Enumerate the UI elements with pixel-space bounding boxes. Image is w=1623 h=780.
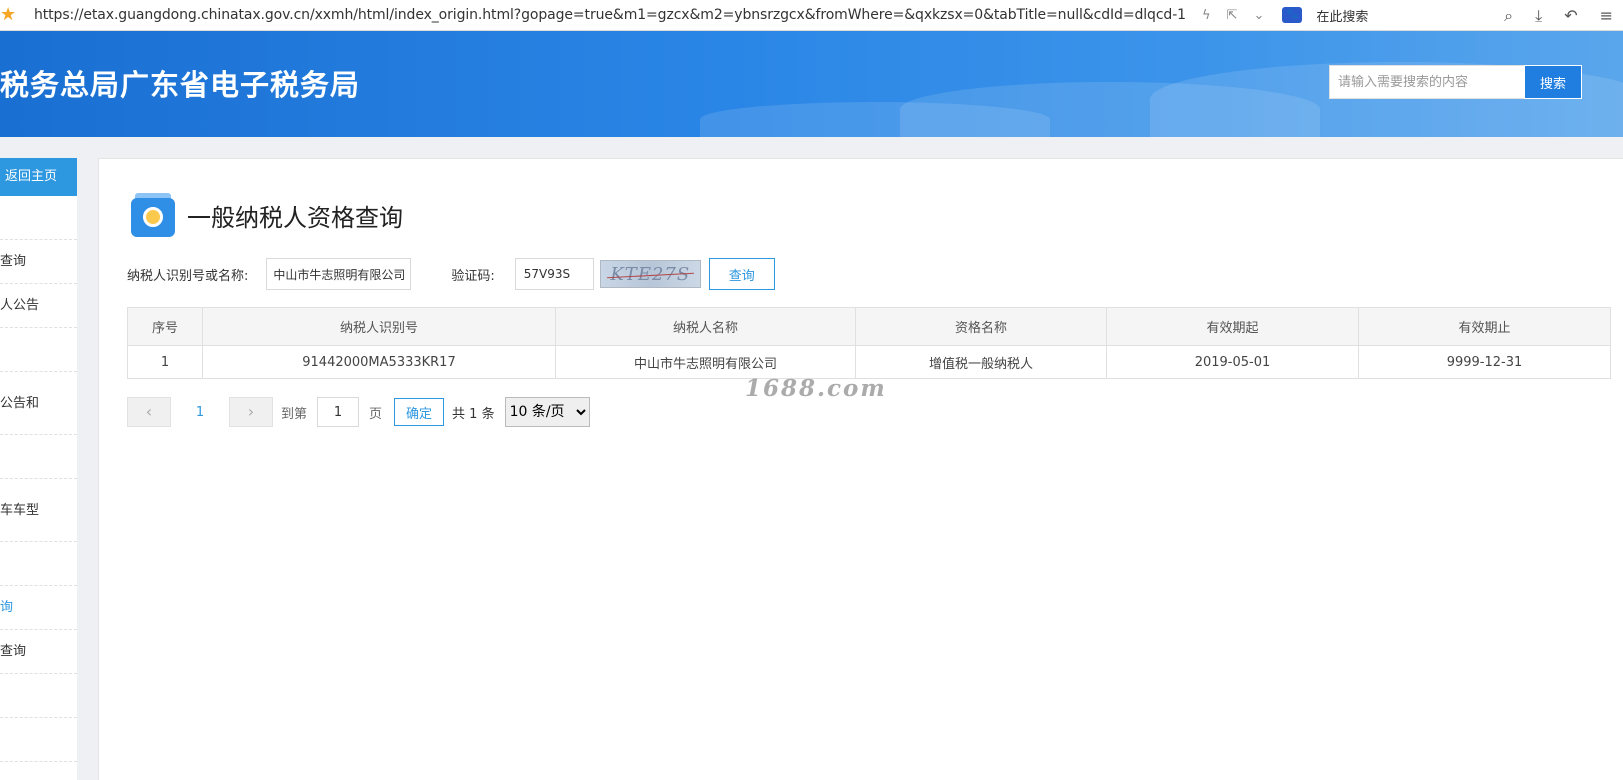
column-header: 资格名称 xyxy=(855,307,1107,346)
table-cell: 9999-12-31 xyxy=(1358,345,1611,379)
query-form: 纳税人识别号或名称: 验证码: KTE27S 查询 xyxy=(127,258,775,290)
download-icon[interactable]: ⤓ xyxy=(1535,6,1542,26)
page-unit-label: 页 xyxy=(369,406,383,422)
sidebar-item[interactable]: 查询 xyxy=(0,630,77,674)
sidebar-item[interactable]: 人公告 xyxy=(0,284,77,328)
star-icon[interactable]: ★ xyxy=(0,5,20,25)
page-size-select[interactable]: 10 条/页 xyxy=(504,397,590,427)
goto-confirm-button[interactable]: 确定 xyxy=(394,398,445,426)
goto-label: 到第 xyxy=(281,406,308,422)
page-title: 一般纳税人资格查询 xyxy=(187,203,403,232)
sidebar-item[interactable] xyxy=(0,435,77,479)
site-search: 搜索 xyxy=(1329,65,1582,99)
site-banner: 税务总局广东省电子税务局 搜索 xyxy=(0,31,1623,137)
captcha-label: 验证码: xyxy=(451,268,495,284)
page-heading: 一般纳税人资格查询 xyxy=(131,193,403,237)
table-row: 1 91442000MA5333KR17 中山市牛志照明有限公司 增值税一般纳税… xyxy=(127,345,1611,379)
lightning-icon[interactable]: ϟ xyxy=(1202,8,1211,23)
sidebar-item[interactable] xyxy=(0,674,77,718)
sidebar-item[interactable] xyxy=(0,718,77,762)
table-cell: 增值税一般纳税人 xyxy=(855,345,1107,379)
taxpayer-label: 纳税人识别号或名称: xyxy=(127,268,249,284)
watermark: 1688.com xyxy=(745,375,887,402)
undo-icon[interactable]: ↶ xyxy=(1564,6,1577,25)
search-icon[interactable]: ⌕ xyxy=(1504,6,1513,26)
total-count: 共 1 条 xyxy=(452,406,495,422)
column-header: 序号 xyxy=(127,307,203,346)
taxpayer-input[interactable] xyxy=(266,258,412,290)
chevron-down-icon[interactable]: ⌄ xyxy=(1253,8,1264,23)
column-header: 有效期起 xyxy=(1106,307,1359,346)
sidebar-item[interactable] xyxy=(0,542,77,586)
result-table: 序号 纳税人识别号 纳税人名称 资格名称 有效期起 有效期止 1 9144200… xyxy=(127,307,1611,379)
table-cell: 2019-05-01 xyxy=(1106,345,1359,379)
column-header: 有效期止 xyxy=(1358,307,1611,346)
share-icon[interactable]: ⇱ xyxy=(1227,8,1238,23)
search-engine-icon[interactable]: 🐾 xyxy=(1282,7,1303,23)
sidebar-nav: 返回主页 查询 人公告 公告和 车车型 询 查询 xyxy=(0,158,77,780)
sidebar-item[interactable]: 查询 xyxy=(0,240,77,284)
main-panel: 一般纳税人资格查询 纳税人识别号或名称: 验证码: KTE27S 查询 序号 纳… xyxy=(98,158,1623,780)
chevron-right-icon: › xyxy=(247,402,255,421)
query-button[interactable]: 查询 xyxy=(708,258,775,290)
chevron-left-icon: ‹ xyxy=(145,402,153,421)
column-header: 纳税人识别号 xyxy=(202,307,556,346)
table-cell: 1 xyxy=(127,345,203,379)
query-icon xyxy=(131,193,175,237)
captcha-image[interactable]: KTE27S xyxy=(599,260,701,288)
table-header-row: 序号 纳税人识别号 纳税人名称 资格名称 有效期起 有效期止 xyxy=(127,307,1611,346)
sidebar-item[interactable]: 公告和 xyxy=(0,372,77,435)
goto-page-input[interactable] xyxy=(317,397,360,427)
site-title: 税务总局广东省电子税务局 xyxy=(0,68,361,102)
menu-icon[interactable]: ≡ xyxy=(1600,6,1613,25)
current-page[interactable]: 1 xyxy=(171,405,229,420)
sidebar-item-active[interactable]: 询 xyxy=(0,586,77,630)
sidebar-item[interactable]: 车车型 xyxy=(0,479,77,542)
table-cell: 中山市牛志照明有限公司 xyxy=(555,345,856,379)
prev-page-button[interactable]: ‹ xyxy=(127,397,171,427)
next-page-button[interactable]: › xyxy=(229,397,273,427)
site-search-button[interactable]: 搜索 xyxy=(1524,65,1582,99)
captcha-input[interactable] xyxy=(514,258,594,290)
table-cell: 91442000MA5333KR17 xyxy=(202,345,556,379)
sidebar-item[interactable] xyxy=(0,196,77,240)
pagination: ‹ 1 › 到第 页 确定 共 1 条 10 条/页 xyxy=(127,397,590,427)
sidebar-item[interactable] xyxy=(0,328,77,372)
browser-actions: ⌕ ⤓ ↶ ≡ xyxy=(1504,0,1613,31)
address-bar-url[interactable]: https://etax.guangdong.chinatax.gov.cn/x… xyxy=(34,7,1186,23)
column-header: 纳税人名称 xyxy=(555,307,856,346)
return-home-button[interactable]: 返回主页 xyxy=(0,158,77,196)
site-search-input[interactable] xyxy=(1329,65,1524,99)
browser-search-field[interactable]: 在此搜索 xyxy=(1316,6,1368,25)
browser-toolbar: ★ https://etax.guangdong.chinatax.gov.cn… xyxy=(0,0,1623,31)
banner-mountain xyxy=(700,102,1050,137)
